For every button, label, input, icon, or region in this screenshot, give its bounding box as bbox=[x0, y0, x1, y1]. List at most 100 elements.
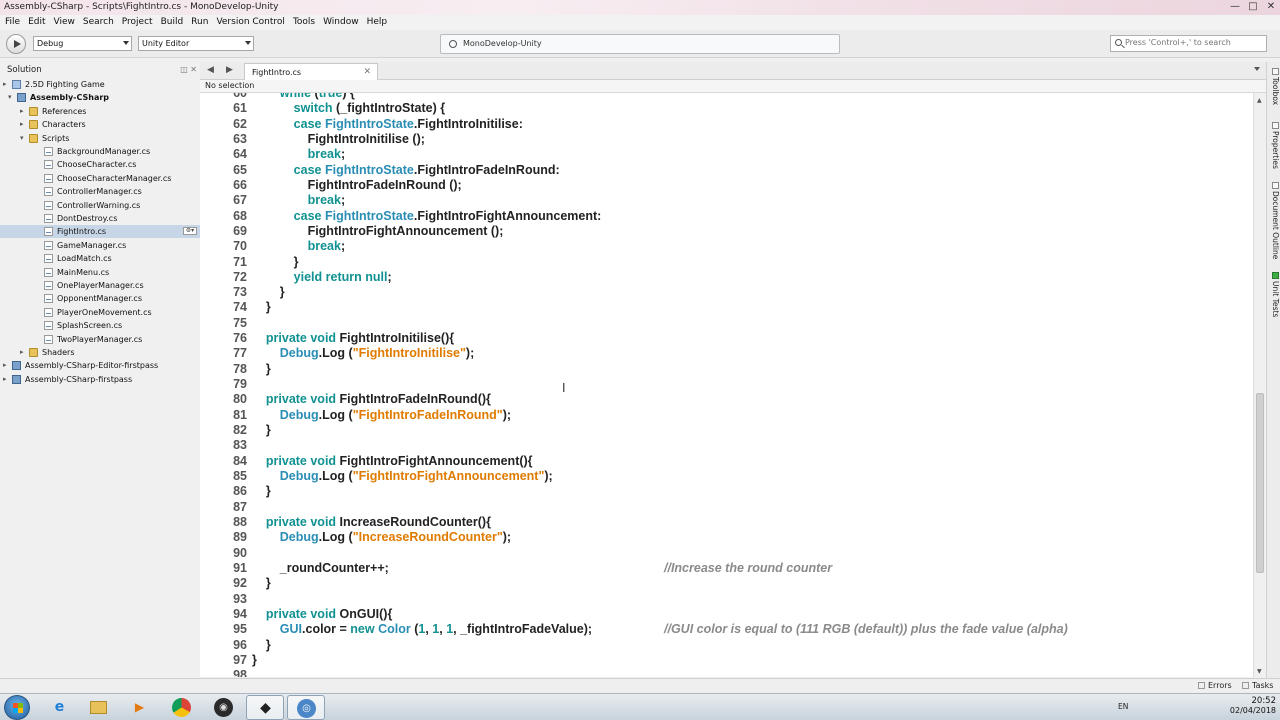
code-line[interactable]: 87 bbox=[200, 500, 1255, 515]
code-line[interactable]: 83 bbox=[200, 438, 1255, 453]
tree-item[interactable]: ▸ References bbox=[0, 105, 200, 118]
path-bar[interactable]: No selection bbox=[200, 80, 1266, 93]
code-line[interactable]: 76 private void FightIntroInitilise(){ bbox=[200, 331, 1255, 346]
tree-item[interactable]: ▾ Scripts bbox=[0, 132, 200, 145]
global-search[interactable] bbox=[1110, 35, 1267, 52]
code-line[interactable]: 70 break; bbox=[200, 239, 1255, 254]
file-options-icon[interactable]: ⚙▾ bbox=[183, 227, 197, 236]
code-line[interactable]: 82 } bbox=[200, 423, 1255, 438]
menu-tools[interactable]: Tools bbox=[289, 15, 319, 30]
taskbar-obs[interactable]: ◉ bbox=[205, 695, 243, 720]
menu-edit[interactable]: Edit bbox=[24, 15, 49, 30]
code-line[interactable]: 78 } bbox=[200, 362, 1255, 377]
code-line[interactable]: 79 bbox=[200, 377, 1255, 392]
tree-item[interactable]: LoadMatch.cs bbox=[0, 252, 200, 265]
tree-item[interactable]: OpponentManager.cs bbox=[0, 292, 200, 305]
scroll-up-icon[interactable]: ▲ bbox=[1257, 97, 1262, 104]
tree-item[interactable]: PlayerOneMovement.cs bbox=[0, 306, 200, 319]
pad-tab-document-outline[interactable]: Document Outline bbox=[1268, 182, 1280, 259]
maximize-button[interactable]: □ bbox=[1244, 0, 1262, 14]
scroll-thumb[interactable] bbox=[1256, 393, 1264, 573]
collapse-icon[interactable]: ▾ bbox=[20, 132, 28, 145]
tasks-pad-button[interactable]: Tasks bbox=[1242, 681, 1273, 690]
target-select[interactable]: Unity Editor bbox=[138, 36, 254, 51]
code-line[interactable]: 68 case FightIntroState.FightIntroFightA… bbox=[200, 209, 1255, 224]
code-line[interactable]: 77 Debug.Log ("FightIntroInitilise"); bbox=[200, 346, 1255, 361]
start-button[interactable] bbox=[4, 695, 30, 720]
tree-item[interactable]: ▸ Assembly-CSharp-Editor-firstpass bbox=[0, 359, 200, 372]
code-line[interactable]: 61 switch (_fightIntroState) { bbox=[200, 101, 1255, 116]
code-line[interactable]: 90 bbox=[200, 546, 1255, 561]
tree-item[interactable]: ControllerWarning.cs bbox=[0, 199, 200, 212]
code-line[interactable]: 69 FightIntroFightAnnouncement (); bbox=[200, 224, 1255, 239]
pad-tab-properties[interactable]: Properties bbox=[1268, 122, 1280, 169]
system-clock[interactable]: 20:52 02/04/2018 bbox=[1206, 696, 1276, 720]
close-button[interactable]: ✕ bbox=[1262, 0, 1280, 14]
code-line[interactable]: 75 bbox=[200, 316, 1255, 331]
expand-icon[interactable]: ▸ bbox=[20, 118, 28, 131]
tree-item[interactable]: ▾ Assembly-CSharp bbox=[0, 91, 200, 104]
menu-build[interactable]: Build bbox=[157, 15, 188, 30]
menu-file[interactable]: File bbox=[1, 15, 24, 30]
tab-list-dropdown-icon[interactable] bbox=[1254, 67, 1260, 71]
code-line[interactable]: 65 case FightIntroState.FightIntroFadeIn… bbox=[200, 163, 1255, 178]
menu-search[interactable]: Search bbox=[79, 15, 118, 30]
menu-window[interactable]: Window bbox=[319, 15, 363, 30]
code-line[interactable]: 64 break; bbox=[200, 147, 1255, 162]
code-line[interactable]: 96 } bbox=[200, 638, 1255, 653]
code-line[interactable]: 89 Debug.Log ("IncreaseRoundCounter"); bbox=[200, 530, 1255, 545]
tree-item-selected[interactable]: FightIntro.cs ⚙▾ bbox=[0, 225, 200, 239]
taskbar-chrome[interactable] bbox=[163, 695, 201, 720]
code-line[interactable]: 92 } bbox=[200, 576, 1255, 591]
code-line[interactable]: 95 GUI.color = new Color (1, 1, 1, _figh… bbox=[200, 622, 1255, 637]
expand-icon[interactable]: ▸ bbox=[3, 373, 11, 386]
code-line[interactable]: 73 } bbox=[200, 285, 1255, 300]
forward-icon[interactable]: ▶ bbox=[226, 65, 233, 75]
code-line[interactable]: 84 private void FightIntroFightAnnouncem… bbox=[200, 454, 1255, 469]
code-line[interactable]: 80 private void FightIntroFadeInRound(){ bbox=[200, 392, 1255, 407]
code-line[interactable]: 85 Debug.Log ("FightIntroFightAnnounceme… bbox=[200, 469, 1255, 484]
tree-item[interactable]: TwoPlayerManager.cs bbox=[0, 333, 200, 346]
taskbar-media-player[interactable]: ▶ bbox=[121, 695, 159, 720]
close-tab-icon[interactable]: ✕ bbox=[363, 67, 371, 77]
menu-help[interactable]: Help bbox=[363, 15, 392, 30]
code-line[interactable]: 67 break; bbox=[200, 193, 1255, 208]
menu-view[interactable]: View bbox=[50, 15, 79, 30]
code-line[interactable]: 98 bbox=[200, 668, 1255, 677]
pad-tab-unit-tests[interactable]: Unit Tests bbox=[1268, 272, 1280, 317]
code-line[interactable]: 88 private void IncreaseRoundCounter(){ bbox=[200, 515, 1255, 530]
tree-item[interactable]: OnePlayerManager.cs bbox=[0, 279, 200, 292]
taskbar-monodevelop[interactable]: ◎ bbox=[287, 695, 325, 720]
taskbar-file-explorer[interactable] bbox=[81, 695, 119, 720]
expand-icon[interactable]: ▸ bbox=[3, 359, 11, 372]
tree-item[interactable]: MainMenu.cs bbox=[0, 266, 200, 279]
minimize-button[interactable]: — bbox=[1226, 0, 1244, 14]
pad-buttons[interactable]: ◫ ✕ bbox=[180, 65, 197, 74]
code-line[interactable]: 60 while (true) { bbox=[200, 93, 1255, 101]
menu-version-control[interactable]: Version Control bbox=[212, 15, 289, 30]
expand-icon[interactable]: ▸ bbox=[3, 78, 11, 91]
code-line[interactable]: 72 yield return null; bbox=[200, 270, 1255, 285]
tree-item[interactable]: SplashScreen.cs bbox=[0, 319, 200, 332]
menu-run[interactable]: Run bbox=[187, 15, 212, 30]
code-line[interactable]: 94 private void OnGUI(){ bbox=[200, 607, 1255, 622]
tree-item[interactable]: ControllerManager.cs bbox=[0, 185, 200, 198]
code-line[interactable]: 91 _roundCounter++; //Increase the round … bbox=[200, 561, 1255, 576]
tree-item[interactable]: ▸ Assembly-CSharp-firstpass bbox=[0, 373, 200, 386]
expand-icon[interactable]: ▸ bbox=[20, 105, 28, 118]
tree-item[interactable]: BackgroundManager.cs bbox=[0, 145, 200, 158]
expand-icon[interactable]: ▸ bbox=[20, 346, 28, 359]
menu-project[interactable]: Project bbox=[118, 15, 157, 30]
tree-item[interactable]: ChooseCharacterManager.cs bbox=[0, 172, 200, 185]
tab-fightintro[interactable]: FightIntro.cs ✕ bbox=[244, 63, 378, 80]
code-line[interactable]: 81 Debug.Log ("FightIntroFadeInRound"); bbox=[200, 408, 1255, 423]
pad-tab-toolbox[interactable]: Toolbox bbox=[1268, 68, 1280, 105]
collapse-icon[interactable]: ▾ bbox=[8, 91, 16, 104]
run-button[interactable] bbox=[6, 34, 26, 54]
back-icon[interactable]: ◀ bbox=[207, 65, 214, 75]
search-input[interactable] bbox=[1125, 38, 1265, 47]
code-line[interactable]: 74 } bbox=[200, 300, 1255, 315]
tree-item[interactable]: ▸ Characters bbox=[0, 118, 200, 131]
code-editor[interactable]: I 60 while (true) {61 switch (_fightIntr… bbox=[200, 93, 1255, 677]
code-line[interactable]: 66 FightIntroFadeInRound (); bbox=[200, 178, 1255, 193]
